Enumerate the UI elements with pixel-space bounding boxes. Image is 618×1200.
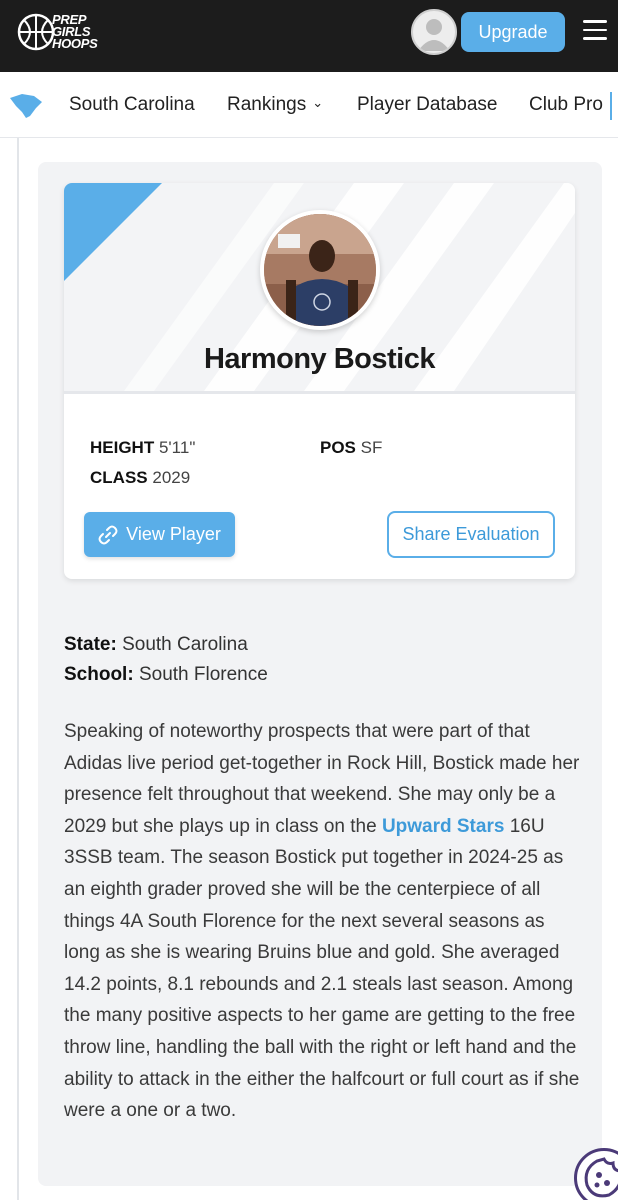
meta-value: South Carolina [122, 634, 248, 655]
share-evaluation-button[interactable]: Share Evaluation [387, 511, 555, 558]
meta-label: State: [64, 634, 117, 655]
link-icon [98, 525, 118, 544]
nav-item-label: Rankings [227, 94, 307, 115]
stat-label: CLASS [90, 468, 148, 487]
player-card-header: Harmony Bostick [64, 183, 575, 391]
stat-value: 5'11" [158, 438, 196, 457]
user-avatar-icon [418, 19, 450, 51]
nav-item-player-database[interactable]: Player Database [357, 94, 497, 116]
state-nav-bar: South Carolina Rankings ⌄ Player Database… [0, 72, 618, 138]
evaluation-text: Speaking of noteworthy prospects that we… [64, 716, 584, 1127]
stat-class: CLASS 2029 [90, 468, 190, 488]
top-header: PREP GIRLS HOOPS Upgrade [0, 0, 618, 72]
stat-height: HEIGHT 5'11" [90, 438, 195, 458]
south-carolina-map-icon [10, 94, 42, 118]
stat-label: POS [320, 438, 356, 457]
hamburger-menu-icon[interactable] [583, 20, 607, 40]
meta-state: State: South Carolina [64, 634, 248, 656]
card-divider [64, 391, 575, 394]
basketball-logo-icon [17, 13, 55, 51]
upgrade-button[interactable]: Upgrade [461, 12, 565, 52]
left-divider [17, 138, 19, 1200]
cookie-icon [584, 1157, 618, 1198]
nav-item-south-carolina[interactable]: South Carolina [69, 94, 195, 116]
team-link[interactable]: Upward Stars [382, 816, 504, 837]
view-player-button[interactable]: View Player [84, 512, 235, 557]
nav-item-rankings[interactable]: Rankings ⌄ [227, 94, 323, 116]
meta-label: School: [64, 664, 134, 685]
stat-value: SF [360, 438, 383, 457]
player-photo [260, 210, 380, 330]
nav-scroll-indicator [610, 92, 618, 120]
chevron-down-icon: ⌄ [312, 95, 324, 110]
stat-label: HEIGHT [90, 438, 155, 457]
meta-value: South Florence [138, 664, 268, 685]
stat-value: 2029 [152, 468, 191, 487]
site-logo[interactable]: PREP GIRLS HOOPS [16, 10, 98, 54]
meta-school: School: South Florence [64, 664, 268, 686]
user-avatar[interactable] [411, 9, 457, 55]
cookie-settings-button[interactable] [574, 1148, 618, 1200]
player-name: Harmony Bostick [203, 343, 436, 375]
nav-item-club-pro[interactable]: Club Pro [529, 94, 603, 116]
stat-position: POS SF [320, 438, 382, 458]
logo-text: PREP GIRLS HOOPS [52, 12, 98, 51]
article-text-after: 16U 3SSB team. The season Bostick put to… [64, 815, 580, 1122]
player-card: Harmony Bostick HEIGHT 5'11" POS SF CLAS… [64, 183, 575, 579]
view-player-label: View Player [126, 524, 221, 544]
